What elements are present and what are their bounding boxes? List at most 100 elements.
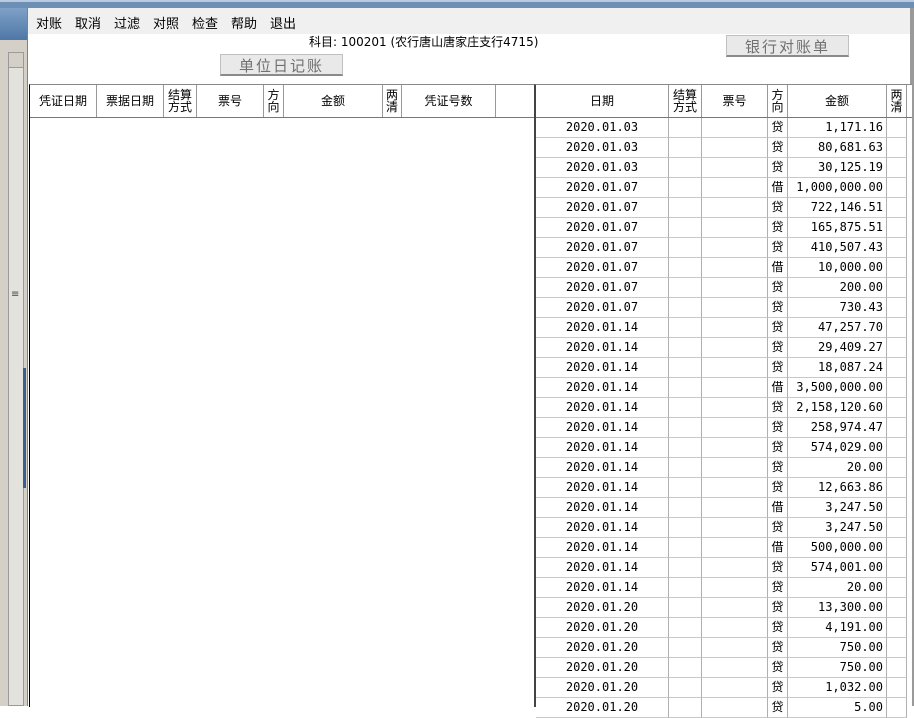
cell-amount: 722,146.51 <box>788 198 887 218</box>
table-row[interactable]: 2020.01.14 贷 258,974.47 <box>536 418 912 438</box>
cell-amount: 20.00 <box>788 578 887 598</box>
table-row[interactable]: 2020.01.14 贷 47,257.70 <box>536 318 912 338</box>
col-settlement-method[interactable]: 结算方式 <box>669 85 702 117</box>
cell-bill-number <box>702 558 768 578</box>
table-row[interactable]: 2020.01.14 借 3,500,000.00 <box>536 378 912 398</box>
col-voucher-date[interactable]: 凭证日期 <box>30 85 97 117</box>
menu-exit[interactable]: 退出 <box>270 13 296 32</box>
cell-amount: 258,974.47 <box>788 418 887 438</box>
menu-check[interactable]: 检查 <box>192 13 218 32</box>
vertical-scrollbar[interactable]: ≡ <box>8 52 24 706</box>
cell-direction: 贷 <box>768 478 788 498</box>
table-row[interactable]: 2020.01.14 借 3,247.50 <box>536 498 912 518</box>
col-direction[interactable]: 方向 <box>264 85 284 117</box>
cell-bill-number <box>702 378 768 398</box>
menu-cancel[interactable]: 取消 <box>75 13 101 32</box>
cell-direction: 借 <box>768 498 788 518</box>
table-row[interactable]: 2020.01.14 贷 20.00 <box>536 458 912 478</box>
table-row[interactable]: 2020.01.14 贷 574,029.00 <box>536 438 912 458</box>
table-row[interactable]: 2020.01.14 贷 29,409.27 <box>536 338 912 358</box>
cell-cleared <box>887 398 907 418</box>
cell-direction: 借 <box>768 378 788 398</box>
table-row[interactable]: 2020.01.20 贷 750.00 <box>536 658 912 678</box>
table-row[interactable]: 2020.01.20 贷 1,032.00 <box>536 678 912 698</box>
cell-date: 2020.01.14 <box>536 398 669 418</box>
col-amount[interactable]: 金额 <box>284 85 383 117</box>
cell-amount: 47,257.70 <box>788 318 887 338</box>
col-bill-number[interactable]: 票号 <box>702 85 768 117</box>
cell-direction: 贷 <box>768 558 788 578</box>
table-row[interactable]: 2020.01.14 借 500,000.00 <box>536 538 912 558</box>
cell-amount: 1,000,000.00 <box>788 178 887 198</box>
table-row[interactable]: 2020.01.07 贷 200.00 <box>536 278 912 298</box>
scroll-up-arrow-icon[interactable] <box>9 53 23 68</box>
cell-cleared <box>887 378 907 398</box>
cell-cleared <box>887 578 907 598</box>
table-row[interactable]: 2020.01.07 贷 722,146.51 <box>536 198 912 218</box>
window-title-strip <box>0 0 914 8</box>
col-amount[interactable]: 金额 <box>788 85 887 117</box>
cell-cleared <box>887 518 907 538</box>
col-voucher-number[interactable]: 凭证号数 <box>402 85 496 117</box>
table-row[interactable]: 2020.01.14 贷 20.00 <box>536 578 912 598</box>
table-row[interactable]: 2020.01.07 借 10,000.00 <box>536 258 912 278</box>
cell-cleared <box>887 638 907 658</box>
cell-amount: 750.00 <box>788 638 887 658</box>
cell-settlement <box>669 418 702 438</box>
bank-statement-table[interactable]: 日期 结算方式 票号 方向 金额 两清 2020.01.03 贷 1,171.16 2… <box>534 84 912 718</box>
col-bill-date[interactable]: 票据日期 <box>97 85 164 117</box>
col-direction[interactable]: 方向 <box>768 85 788 117</box>
splitter-marker[interactable] <box>23 368 26 488</box>
table-row[interactable]: 2020.01.14 贷 2,158,120.60 <box>536 398 912 418</box>
cell-bill-number <box>702 578 768 598</box>
cell-direction: 借 <box>768 538 788 558</box>
cell-bill-number <box>702 338 768 358</box>
table-row[interactable]: 2020.01.03 贷 80,681.63 <box>536 138 912 158</box>
cell-settlement <box>669 158 702 178</box>
menu-compare[interactable]: 对照 <box>153 13 179 32</box>
table-row[interactable]: 2020.01.14 贷 12,663.86 <box>536 478 912 498</box>
table-row[interactable]: 2020.01.14 贷 574,001.00 <box>536 558 912 578</box>
col-cleared[interactable]: 两清 <box>887 85 907 117</box>
cell-settlement <box>669 338 702 358</box>
col-cleared[interactable]: 两清 <box>383 85 402 117</box>
cell-bill-number <box>702 258 768 278</box>
cell-direction: 贷 <box>768 198 788 218</box>
table-row[interactable]: 2020.01.20 贷 13,300.00 <box>536 598 912 618</box>
scroll-grip-icon: ≡ <box>11 289 20 300</box>
table-row[interactable]: 2020.01.20 贷 4,191.00 <box>536 618 912 638</box>
cell-direction: 贷 <box>768 278 788 298</box>
menu-help[interactable]: 帮助 <box>231 13 257 32</box>
cell-settlement <box>669 578 702 598</box>
cell-cleared <box>887 618 907 638</box>
menu-reconcile[interactable]: 对账 <box>36 13 62 32</box>
cell-cleared <box>887 338 907 358</box>
cell-direction: 贷 <box>768 318 788 338</box>
table-row[interactable]: 2020.01.07 贷 165,875.51 <box>536 218 912 238</box>
table-row[interactable]: 2020.01.03 贷 1,171.16 <box>536 118 912 138</box>
bank-statement-button[interactable]: 银行对账单 <box>726 35 849 57</box>
table-row[interactable]: 2020.01.07 贷 730.43 <box>536 298 912 318</box>
cell-date: 2020.01.20 <box>536 678 669 698</box>
table-row[interactable]: 2020.01.07 贷 410,507.43 <box>536 238 912 258</box>
table-row[interactable]: 2020.01.20 贷 750.00 <box>536 638 912 658</box>
table-row[interactable]: 2020.01.03 贷 30,125.19 <box>536 158 912 178</box>
col-settlement-method[interactable]: 结算方式 <box>164 85 197 117</box>
cell-cleared <box>887 678 907 698</box>
col-date[interactable]: 日期 <box>536 85 669 117</box>
unit-journal-button[interactable]: 单位日记账 <box>220 54 343 76</box>
cell-date: 2020.01.20 <box>536 658 669 678</box>
cell-settlement <box>669 478 702 498</box>
table-row[interactable]: 2020.01.20 贷 5.00 <box>536 698 912 718</box>
table-row[interactable]: 2020.01.14 贷 18,087.24 <box>536 358 912 378</box>
table-row[interactable]: 2020.01.14 贷 3,247.50 <box>536 518 912 538</box>
cell-date: 2020.01.07 <box>536 298 669 318</box>
unit-journal-table[interactable]: 凭证日期 票据日期 结算方式 票号 方向 金额 两清 凭证号数 <box>29 84 534 707</box>
cell-date: 2020.01.20 <box>536 598 669 618</box>
cell-date: 2020.01.07 <box>536 238 669 258</box>
cell-cleared <box>887 418 907 438</box>
table-row[interactable]: 2020.01.07 借 1,000,000.00 <box>536 178 912 198</box>
menu-filter[interactable]: 过滤 <box>114 13 140 32</box>
col-bill-number[interactable]: 票号 <box>197 85 264 117</box>
cell-direction: 贷 <box>768 158 788 178</box>
